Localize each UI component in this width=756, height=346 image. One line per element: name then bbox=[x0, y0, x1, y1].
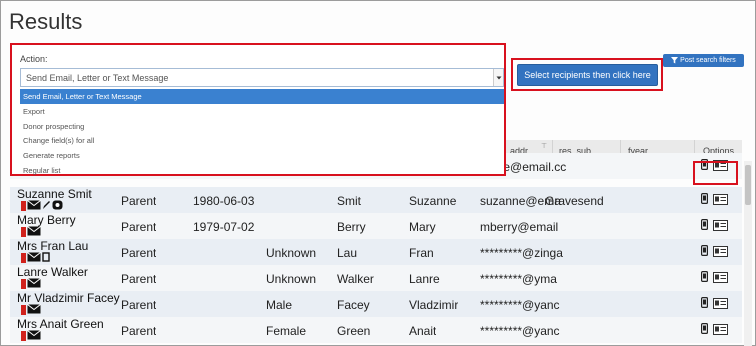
cell-gender: Unknown bbox=[266, 246, 317, 260]
table-row[interactable]: Mr Vladzimir Facey Parent Male Facey Vladzim… bbox=[10, 291, 742, 317]
cell-email: mberry@email bbox=[480, 220, 559, 234]
envelope-icon[interactable] bbox=[27, 329, 41, 343]
cell-relation: Parent bbox=[121, 246, 157, 260]
cell-firstname: Mary bbox=[409, 220, 436, 234]
mobile-phone-icon[interactable] bbox=[21, 330, 26, 341]
select-recipients-button[interactable]: Select recipients then click here bbox=[517, 64, 658, 86]
cell-firstname: Lanre bbox=[409, 272, 440, 286]
mobile-icon[interactable] bbox=[701, 193, 709, 207]
envelope-icon[interactable] bbox=[27, 225, 41, 239]
cell-dob: 1979-07-02 bbox=[193, 220, 255, 234]
letter-icon[interactable] bbox=[42, 251, 50, 265]
cell-firstname: Fran bbox=[409, 246, 434, 260]
mobile-phone-icon[interactable] bbox=[21, 252, 26, 263]
header-filter-icon[interactable]: ⊤ bbox=[541, 142, 547, 150]
contact-card-icon[interactable] bbox=[713, 220, 728, 234]
dropdown-item-generate-reports[interactable]: Generate reports bbox=[20, 148, 504, 163]
cell-gender: Male bbox=[266, 298, 293, 312]
mobile-phone-icon[interactable] bbox=[21, 304, 26, 315]
row-options bbox=[699, 322, 735, 337]
mobile-icon[interactable] bbox=[701, 323, 709, 337]
dropdown-item-change-fields[interactable]: Change field(s) for all bbox=[20, 133, 504, 148]
mobile-icon[interactable] bbox=[701, 297, 709, 311]
cell-dob: 1980-06-03 bbox=[193, 194, 255, 208]
mobile-phone-icon[interactable] bbox=[21, 226, 26, 237]
contact-card-icon[interactable] bbox=[713, 298, 728, 312]
action-selected-value: Send Email, Letter or Text Message bbox=[26, 73, 169, 83]
pen-icon[interactable] bbox=[42, 199, 51, 213]
cell-surname: Green bbox=[337, 324, 371, 338]
post-search-filters-label: Post search filters bbox=[680, 57, 736, 64]
telephone-icon[interactable] bbox=[52, 199, 63, 213]
contact-card-icon[interactable] bbox=[713, 194, 728, 208]
cell-firstname: Vladzimir bbox=[409, 298, 459, 312]
cell-email: *********@yanc bbox=[480, 324, 560, 338]
page-title: Results bbox=[9, 9, 83, 34]
contact-method-icons bbox=[21, 303, 41, 317]
cell-gender: Female bbox=[266, 324, 307, 338]
cell-firstname: Suzanne bbox=[409, 194, 457, 208]
cell-relation: Parent bbox=[121, 298, 157, 312]
contact-name-link[interactable]: Mary Berry bbox=[17, 213, 76, 227]
dropdown-item-regular-list[interactable]: Regular list bbox=[20, 163, 504, 178]
chevron-down-icon[interactable] bbox=[493, 69, 503, 86]
cell-relation: Parent bbox=[121, 194, 157, 208]
table-row[interactable]: Mrs Anait Green Parent Female Green Anait ***… bbox=[10, 317, 742, 343]
cell-relation: Parent bbox=[121, 272, 157, 286]
dropdown-item-export[interactable]: Export bbox=[20, 104, 504, 119]
row-options bbox=[699, 218, 735, 233]
mobile-icon[interactable] bbox=[701, 271, 709, 285]
grid-scrollbar[interactable] bbox=[744, 161, 752, 346]
row-options bbox=[699, 270, 735, 285]
action-dropdown-list: Send Email, Letter or Text Message Expor… bbox=[20, 89, 504, 178]
cell-firstname: Anait bbox=[409, 324, 437, 338]
contact-card-icon[interactable] bbox=[713, 272, 728, 286]
action-select[interactable]: Send Email, Letter or Text Message bbox=[20, 68, 504, 87]
cell-email: *********@zinga bbox=[480, 246, 563, 260]
cell-email: *********@yanc bbox=[480, 298, 560, 312]
table-row[interactable]: Mary Berry Parent 1979-07-02 Berry Mary mberr… bbox=[10, 213, 742, 239]
contact-method-icons bbox=[21, 251, 50, 265]
mobile-phone-icon[interactable] bbox=[21, 200, 26, 211]
action-panel: Action: Send Email, Letter or Text Messa… bbox=[10, 43, 506, 176]
contact-method-icons bbox=[21, 199, 63, 213]
cell-surname: Facey bbox=[337, 298, 370, 312]
cell-suburb: Gravesend bbox=[545, 194, 604, 208]
envelope-icon[interactable] bbox=[27, 199, 41, 213]
mobile-icon[interactable] bbox=[701, 245, 709, 259]
post-search-filters-button[interactable]: Post search filters bbox=[663, 54, 744, 67]
options-highlight bbox=[693, 161, 738, 185]
contact-card-icon[interactable] bbox=[713, 246, 728, 260]
scrollbar-thumb[interactable] bbox=[745, 165, 751, 205]
contact-method-icons bbox=[21, 329, 41, 343]
recipients-highlight: Select recipients then click here bbox=[511, 58, 663, 91]
cell-relation: Parent bbox=[121, 324, 157, 338]
mobile-icon[interactable] bbox=[701, 219, 709, 233]
dropdown-item-send-message[interactable]: Send Email, Letter or Text Message bbox=[20, 89, 504, 104]
row-options bbox=[699, 192, 735, 207]
cell-surname: Berry bbox=[337, 220, 366, 234]
envelope-icon[interactable] bbox=[27, 277, 41, 291]
envelope-icon[interactable] bbox=[27, 303, 41, 317]
row-options bbox=[699, 244, 735, 259]
action-label: Action: bbox=[20, 54, 48, 64]
cell-surname: Walker bbox=[337, 272, 374, 286]
cell-surname: Lau bbox=[337, 246, 358, 260]
mobile-phone-icon[interactable] bbox=[21, 278, 26, 289]
dropdown-item-donor-prospecting[interactable]: Donor prospecting bbox=[20, 119, 504, 134]
cell-relation: Parent bbox=[121, 220, 157, 234]
contact-card-icon[interactable] bbox=[713, 324, 728, 338]
cell-email: *********@yma bbox=[480, 272, 557, 286]
table-row[interactable]: Suzanne Smit Parent 1980-06-03 Smit Suzanne s… bbox=[10, 187, 742, 213]
filter-icon bbox=[671, 57, 679, 64]
cell-surname: Smit bbox=[337, 194, 361, 208]
row-options bbox=[699, 296, 735, 311]
table-row[interactable]: Lanre Walker Parent Unknown Walker Lanre ****… bbox=[10, 265, 742, 291]
contact-method-icons bbox=[21, 277, 41, 291]
table-row[interactable]: Mrs Fran Lau Parent Unknown Lau Fran ********… bbox=[10, 239, 742, 265]
cell-gender: Unknown bbox=[266, 272, 317, 286]
contact-method-icons bbox=[21, 225, 41, 239]
envelope-icon[interactable] bbox=[27, 251, 41, 265]
